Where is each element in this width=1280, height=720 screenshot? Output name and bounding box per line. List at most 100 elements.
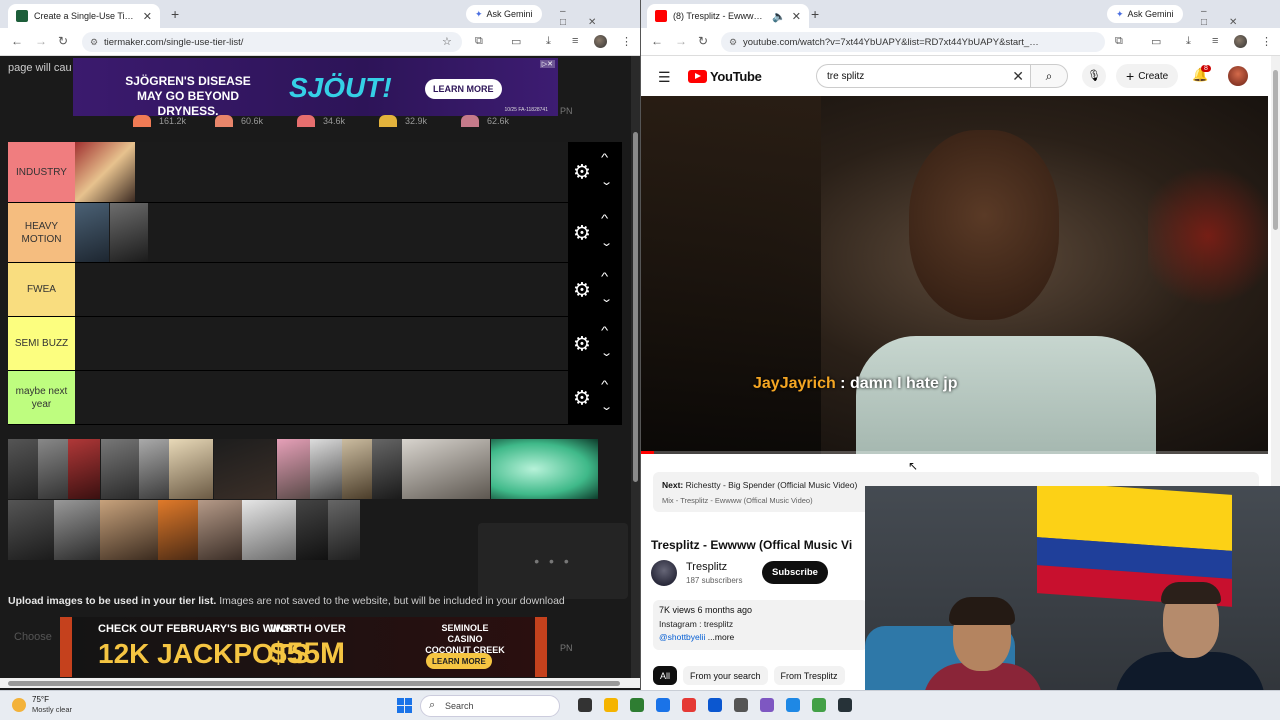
channel-avatar[interactable]	[651, 560, 677, 586]
top-advertisement[interactable]: SJÖGREN'S DISEASE MAY GO BEYOND DRYNESS.…	[73, 58, 558, 118]
menu-kebab-icon[interactable]: ⋮	[1261, 35, 1272, 48]
voice-search-button[interactable]: 🎙	[1082, 64, 1106, 88]
reaction-item[interactable]: 62.6k	[461, 114, 543, 128]
window-controls[interactable]: –□✕	[1201, 6, 1280, 28]
new-tab-icon[interactable]: +	[171, 6, 179, 22]
pool-image[interactable]	[101, 439, 139, 499]
address-bar[interactable]: ⚙ youtube.com/watch?v=7xt44YbUAPY&list=R…	[721, 32, 1105, 52]
ask-gemini-button[interactable]: ✦ Ask Gemini	[1107, 5, 1183, 23]
pool-image[interactable]	[242, 500, 296, 560]
chip-from-channel[interactable]: From Tresplitz	[773, 666, 845, 685]
pool-image[interactable]	[310, 439, 342, 499]
app-icon[interactable]	[734, 698, 748, 712]
discord-icon[interactable]	[760, 698, 774, 712]
chevron-up-icon[interactable]: ^	[601, 271, 608, 283]
chrome-icon[interactable]	[682, 698, 696, 712]
page-scrollbar[interactable]	[631, 56, 640, 678]
reading-list-icon[interactable]: ≡	[1212, 35, 1218, 47]
gear-icon[interactable]: ⚙	[573, 220, 591, 245]
ad-learn-more-button[interactable]: LEARN MORE	[425, 79, 502, 99]
reload-icon[interactable]: ↻	[698, 34, 708, 48]
chevron-down-icon[interactable]: ⌄	[600, 346, 613, 359]
video-description[interactable]: 7K views 6 months ago Instagram : trespl…	[653, 600, 868, 650]
chevron-down-icon[interactable]: ⌄	[600, 175, 613, 188]
windows-start-icon[interactable]	[397, 698, 412, 713]
chevron-up-icon[interactable]: ^	[601, 152, 608, 164]
video-player[interactable]: JayJayrich : damn I hate jp	[641, 96, 1268, 454]
pool-image[interactable]	[491, 439, 598, 499]
menu-kebab-icon[interactable]: ⋮	[621, 35, 632, 48]
pool-image[interactable]	[8, 439, 38, 499]
task-view-icon[interactable]	[578, 698, 592, 712]
ad-learn-more-button[interactable]: LEARN MORE	[426, 653, 492, 669]
mute-tab-icon[interactable]: 🔈	[772, 10, 786, 23]
bottom-advertisement[interactable]: CHECK OUT FEBRUARY'S BIG WINS 12K JACKPO…	[60, 617, 547, 677]
pool-image[interactable]	[68, 439, 100, 499]
pool-image[interactable]	[100, 500, 158, 560]
chevron-up-icon[interactable]: ^	[601, 213, 608, 225]
chevron-up-icon[interactable]: ^	[601, 379, 608, 391]
clear-search-icon[interactable]: ✕	[1012, 68, 1024, 85]
spotify-icon[interactable]	[812, 698, 826, 712]
new-tab-icon[interactable]: +	[811, 6, 819, 22]
pool-image[interactable]	[328, 500, 360, 560]
pool-image[interactable]	[402, 439, 490, 499]
pool-image[interactable]	[169, 439, 213, 499]
tier-image[interactable]	[110, 203, 148, 262]
back-arrow-icon[interactable]: ←	[11, 34, 23, 48]
tier-label[interactable]: SEMI BUZZ	[8, 317, 75, 370]
site-info-icon[interactable]: ⚙	[729, 37, 737, 48]
close-tab-icon[interactable]: ✕	[143, 10, 152, 23]
tier-label[interactable]: maybe next year	[8, 371, 75, 424]
taskbar-search[interactable]: ⌕ Search	[420, 695, 560, 717]
edge-icon[interactable]	[656, 698, 670, 712]
forward-arrow-icon[interactable]: →	[675, 34, 687, 48]
instagram-handle-link[interactable]: @shottbyelii	[659, 632, 705, 642]
scrollbar-thumb[interactable]	[1273, 70, 1278, 230]
chevron-down-icon[interactable]: ⌄	[600, 400, 613, 413]
reaction-item[interactable]: 161.2k	[133, 114, 215, 128]
reaction-item[interactable]: 60.6k	[215, 114, 297, 128]
tab-youtube[interactable]: (8) Tresplitz - Ewwww (Offic… 🔈 ✕	[647, 4, 809, 28]
steam-icon[interactable]	[838, 698, 852, 712]
pool-image[interactable]	[296, 500, 328, 560]
subscribe-button[interactable]: Subscribe	[762, 561, 828, 584]
search-button[interactable]: ⌕	[1030, 64, 1068, 88]
site-info-icon[interactable]: ⚙	[90, 37, 98, 48]
youtube-logo[interactable]: YouTube	[688, 69, 762, 84]
pool-image[interactable]	[8, 500, 54, 560]
choose-files-button[interactable]: Choose	[14, 631, 52, 643]
account-avatar[interactable]	[1228, 66, 1248, 86]
show-more-link[interactable]: ...more	[705, 632, 734, 642]
app-icon[interactable]	[786, 698, 800, 712]
extensions-icon[interactable]: ⧉	[1115, 35, 1123, 48]
gear-icon[interactable]: ⚙	[573, 160, 591, 185]
chip-from-your-search[interactable]: From your search	[683, 666, 768, 685]
pool-image[interactable]	[54, 500, 100, 560]
pool-image[interactable]	[214, 439, 276, 499]
tab-search-icon[interactable]: ▭	[1151, 35, 1161, 48]
address-bar[interactable]: ⚙ tiermaker.com/single-use-tier-list/	[82, 32, 462, 52]
tier-label[interactable]: HEAVY MOTION	[8, 203, 75, 262]
forward-arrow-icon[interactable]: →	[35, 34, 47, 48]
pool-image[interactable]	[198, 500, 242, 560]
gear-icon[interactable]: ⚙	[573, 385, 591, 410]
create-button[interactable]: + Create	[1116, 64, 1179, 88]
hamburger-menu-icon[interactable]: ☰	[658, 69, 671, 86]
close-tab-icon[interactable]: ✕	[792, 10, 801, 23]
tab-tiermaker[interactable]: Create a Single-Use Tier List (F… ✕	[8, 4, 160, 28]
window-controls[interactable]: –□✕	[560, 6, 640, 28]
reaction-item[interactable]: 32.9k	[379, 114, 461, 128]
reaction-item[interactable]: 34.6k	[297, 114, 379, 128]
search-input[interactable]: tre splitz ✕	[816, 64, 1030, 88]
tier-label[interactable]: INDUSTRY	[8, 142, 75, 202]
extensions-icon[interactable]: ⧉	[475, 35, 483, 48]
back-arrow-icon[interactable]: ←	[651, 34, 663, 48]
gear-icon[interactable]: ⚙	[573, 277, 591, 302]
bookmark-star-icon[interactable]: ☆	[442, 35, 452, 48]
pool-image[interactable]	[139, 439, 169, 499]
pool-image[interactable]	[158, 500, 198, 560]
scrollbar-thumb[interactable]	[8, 681, 620, 686]
channel-name[interactable]: Tresplitz	[686, 561, 727, 573]
chevron-up-icon[interactable]: ^	[601, 325, 608, 337]
